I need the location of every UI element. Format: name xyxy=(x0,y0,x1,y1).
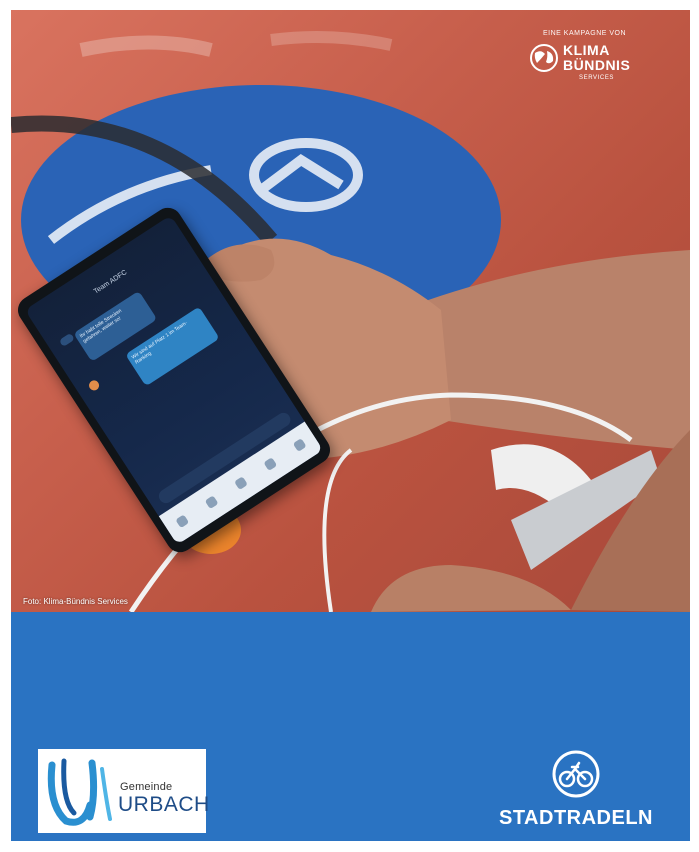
home-icon xyxy=(175,514,190,528)
photo-credit: Foto: Klima-Bündnis Services xyxy=(23,597,128,606)
municipality-label: Gemeinde xyxy=(120,781,173,793)
urbach-logo: Gemeinde URBACH xyxy=(38,749,209,833)
campaign-eyebrow: EINE KAMPAGNE VON xyxy=(543,30,627,37)
globe-icon xyxy=(530,44,558,72)
team-icon xyxy=(263,457,278,472)
brand-line-2: BÜNDNIS xyxy=(563,57,631,73)
bicycle-circle-icon xyxy=(552,750,600,798)
poster: Team ADFC Ihr habt tolle Strecken gefahr… xyxy=(11,10,690,841)
municipality-name: URBACH xyxy=(118,793,210,816)
brand-line-1: KLIMA xyxy=(563,42,610,58)
program-name: STADTRADELN xyxy=(498,807,653,829)
bike-icon xyxy=(204,495,219,510)
klima-buendnis-logo: EINE KAMPAGNE VON KLIMA BÜNDNIS SERVICES xyxy=(529,30,639,81)
stadtradeln-logo: STADTRADELN xyxy=(481,749,671,830)
brand-sub: SERVICES xyxy=(579,75,615,81)
chat-tag xyxy=(58,332,75,348)
blue-footer-band: Gemeinde URBACH STADTRADELN xyxy=(11,612,690,841)
settings-icon xyxy=(292,438,307,453)
urbach-u-mark-icon xyxy=(47,758,112,826)
chat-avatar xyxy=(87,378,101,393)
chart-icon xyxy=(234,476,248,491)
hero-photo: Team ADFC Ihr habt tolle Strecken gefahr… xyxy=(11,10,690,612)
